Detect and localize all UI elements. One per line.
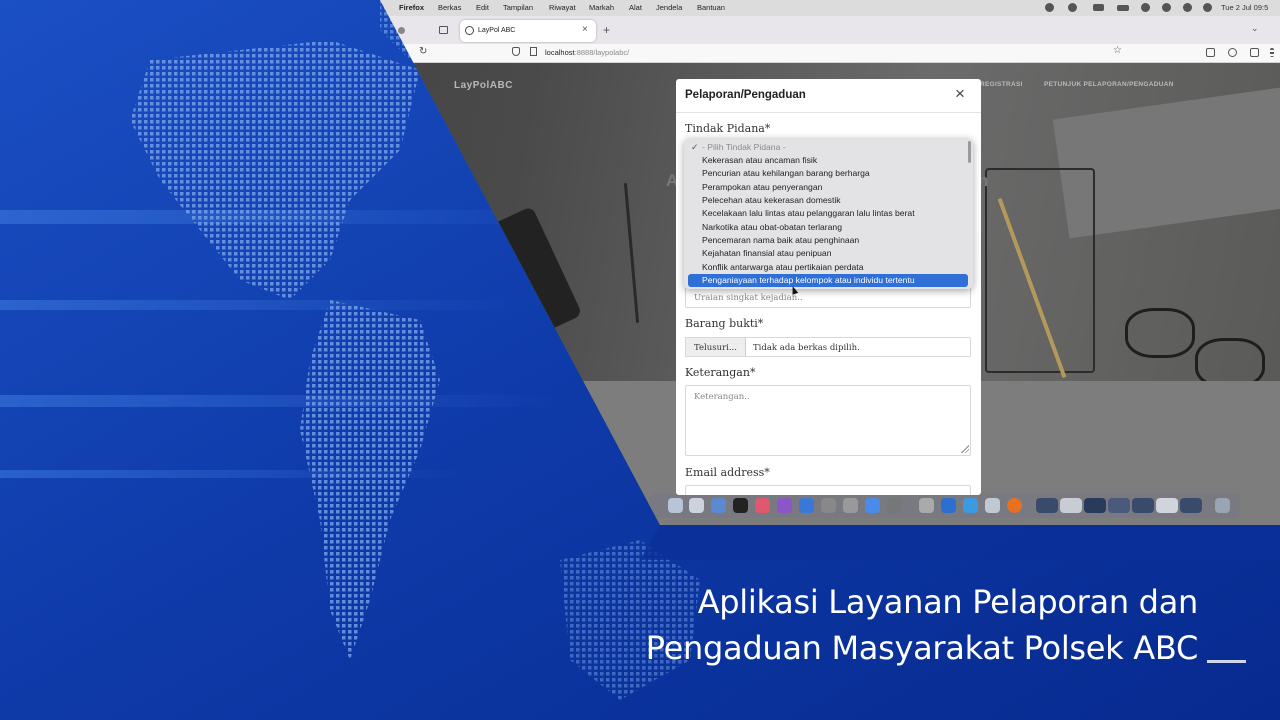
shield-icon[interactable]: [512, 47, 520, 56]
menubar-clock: Tue 2 Jul 09:5: [1221, 3, 1269, 12]
siri-icon[interactable]: [1203, 3, 1212, 12]
uraian-input[interactable]: Uraian singkat kejadian..: [685, 287, 971, 308]
browser-tab-title: LayPol ABC: [478, 27, 516, 34]
tindak-pidana-label: Tindak Pidana*: [685, 122, 771, 135]
dock-telegram-icon[interactable]: [963, 498, 978, 513]
pencil-decor: [623, 183, 640, 323]
uraian-placeholder: Uraian singkat kejadian..: [694, 293, 803, 303]
dock-firefox-icon[interactable]: [1007, 498, 1022, 513]
dock-pencil-icon[interactable]: [843, 498, 858, 513]
caption-line-2: Pengaduan Masyarakat Polsek ABC: [645, 629, 1199, 667]
dock-xcode-icon[interactable]: [865, 498, 880, 513]
dock-window-thumb-7[interactable]: [1180, 498, 1202, 513]
menu-icon[interactable]: [1270, 48, 1274, 57]
extensions-icon[interactable]: [1250, 48, 1259, 57]
dock-tv-icon[interactable]: [733, 498, 748, 513]
keterangan-textarea[interactable]: Keterangan..: [685, 385, 971, 456]
sidebar-dot-icon[interactable]: [398, 27, 405, 34]
globe-icon: [465, 26, 474, 35]
dock-appstore-icon[interactable]: [799, 498, 814, 513]
bookmark-star-icon[interactable]: ☆: [1113, 45, 1122, 56]
dock-music-icon[interactable]: [755, 498, 770, 513]
dock-tableplus-icon[interactable]: [985, 498, 1000, 513]
modal-title: Pelaporan/Pengaduan: [685, 89, 806, 101]
option-konflik[interactable]: Konflik antarwarga atau pertikaian perda…: [702, 262, 863, 272]
keterangan-label: Keterangan*: [685, 366, 756, 379]
dock-settings-icon[interactable]: [887, 498, 902, 513]
window-list-icon[interactable]: [439, 26, 448, 34]
reload-icon[interactable]: ↻: [419, 46, 427, 57]
dock-finder-icon[interactable]: [668, 498, 683, 513]
option-placeholder[interactable]: - Pilih Tindak Pidana -: [702, 142, 786, 152]
dock-window-thumb-2[interactable]: [1060, 498, 1082, 513]
tab-close-icon[interactable]: ×: [582, 24, 588, 35]
checkmark-icon: ✓: [691, 142, 699, 152]
record-icon[interactable]: [1045, 3, 1054, 12]
dock-window-thumb-4[interactable]: [1108, 498, 1130, 513]
site-brand[interactable]: LayPolABC: [454, 80, 513, 91]
textarea-resize-handle[interactable]: [961, 445, 969, 453]
caption-underline: [1207, 660, 1246, 663]
modal-divider: [676, 112, 981, 113]
menu-riwayat[interactable]: Riwayat: [549, 3, 576, 12]
option-pencemaran[interactable]: Pencemaran nama baik atau penghinaan: [702, 235, 859, 245]
option-kejahatan-finansial[interactable]: Kejahatan finansial atau penipuan: [702, 248, 832, 258]
pocket-icon[interactable]: [1206, 48, 1215, 57]
option-kekerasan[interactable]: Kekerasan atau ancaman fisik: [702, 155, 817, 165]
dropdown-scrollbar[interactable]: [968, 141, 971, 163]
dock-trash-icon[interactable]: [1215, 498, 1230, 513]
tindak-pidana-dropdown[interactable]: ✓ - Pilih Tindak Pidana - Kekerasan atau…: [684, 138, 973, 289]
option-kecelakaan[interactable]: Kecelakaan lalu lintas atau pelanggaran …: [702, 208, 915, 218]
search-icon[interactable]: [1162, 3, 1171, 12]
browse-file-button[interactable]: Telusuri...: [685, 337, 746, 357]
page-info-icon[interactable]: [530, 47, 537, 56]
battery-icon[interactable]: [1117, 5, 1129, 11]
barang-bukti-label: Barang bukti*: [685, 317, 764, 330]
option-penganiayaan[interactable]: Penganiayaan terhadap kelompok atau indi…: [702, 275, 915, 285]
option-pelecehan[interactable]: Pelecehan atau kekerasan domestik: [702, 195, 841, 205]
menu-edit[interactable]: Edit: [476, 3, 489, 12]
dock-window-thumb-5[interactable]: [1132, 498, 1154, 513]
close-icon[interactable]: ×: [955, 85, 965, 102]
option-narkotika[interactable]: Narkotika atau obat-obatan terlarang: [702, 222, 842, 232]
dock-vscode-icon[interactable]: [941, 498, 956, 513]
display-icon[interactable]: [1093, 4, 1104, 11]
dock-podcasts-icon[interactable]: [777, 498, 792, 513]
nav-registrasi[interactable]: REGISTRASI: [980, 81, 1023, 88]
file-status-text: Tidak ada berkas dipilih.: [753, 343, 860, 353]
email-label: Email address*: [685, 466, 770, 479]
email-input[interactable]: [685, 485, 971, 495]
dock-window-thumb-1[interactable]: [1036, 498, 1058, 513]
glasses-decor: [1125, 308, 1195, 358]
dock-stocks-icon[interactable]: [821, 498, 836, 513]
url-text[interactable]: localhost:8888/laypolabc/: [545, 48, 629, 57]
menu-tampilan[interactable]: Tampilan: [503, 3, 533, 12]
new-tab-icon[interactable]: +: [603, 23, 610, 37]
keterangan-placeholder: Keterangan..: [694, 392, 750, 402]
option-pencurian[interactable]: Pencurian atau kehilangan barang berharg…: [702, 168, 870, 178]
menu-alat[interactable]: Alat: [629, 3, 642, 12]
menu-bantuan[interactable]: Bantuan: [697, 3, 725, 12]
dock-safari-icon[interactable]: [711, 498, 726, 513]
dock-files-icon[interactable]: [689, 498, 704, 513]
dock-vm-icon[interactable]: [919, 498, 934, 513]
wifi-icon[interactable]: [1141, 3, 1150, 12]
dock-window-thumb-6[interactable]: [1156, 498, 1178, 513]
download-icon[interactable]: [1068, 3, 1077, 12]
control-center-icon[interactable]: [1183, 3, 1192, 12]
menu-markah[interactable]: Markah: [589, 3, 614, 12]
menu-berkas[interactable]: Berkas: [438, 3, 461, 12]
dock-window-thumb-3[interactable]: [1084, 498, 1106, 513]
account-icon[interactable]: [1228, 48, 1237, 57]
caption-line-1: Aplikasi Layanan Pelaporan dan: [697, 583, 1199, 621]
nav-petunjuk[interactable]: PETUNJUK PELAPORAN/PENGADUAN: [1044, 81, 1174, 88]
tab-list-chevron-icon[interactable]: ⌄: [1251, 23, 1259, 34]
menu-app-firefox[interactable]: Firefox: [399, 3, 424, 12]
option-perampokan[interactable]: Perampokan atau penyerangan: [702, 182, 822, 192]
menu-jendela[interactable]: Jendela: [656, 3, 682, 12]
